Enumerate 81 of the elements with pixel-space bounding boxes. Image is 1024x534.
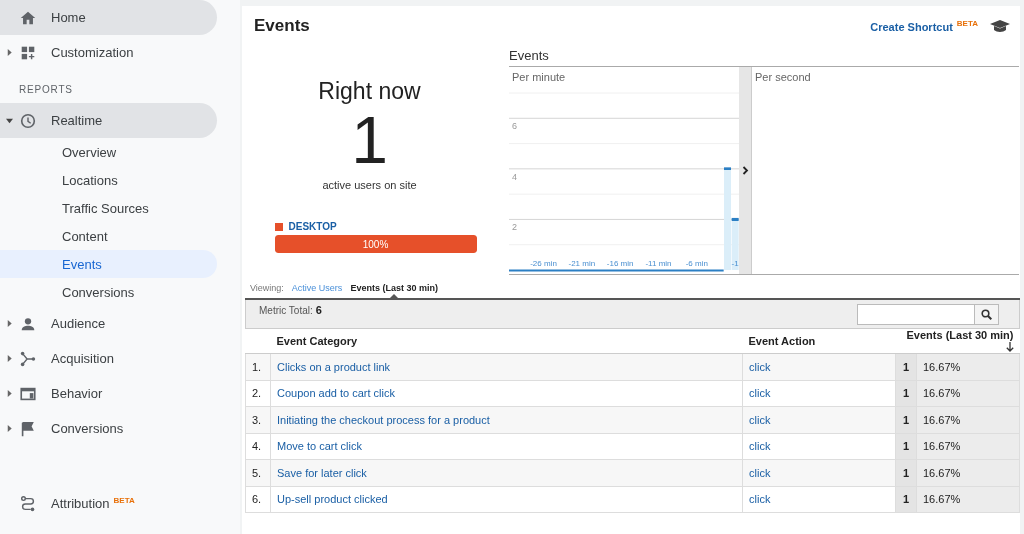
row-number: 2. <box>245 380 271 407</box>
nav-subitem[interactable]: Events <box>0 250 217 278</box>
nav-item[interactable]: Realtime <box>0 103 217 138</box>
clock-icon <box>19 111 37 130</box>
caret-icon[interactable] <box>6 355 13 362</box>
graduation-cap-icon[interactable] <box>990 19 1010 33</box>
axis-label: -11 min <box>645 259 672 268</box>
nav-item[interactable]: Audience <box>0 306 217 341</box>
axis-label: -16 min <box>606 259 634 268</box>
right-now-heading: Right now <box>318 78 421 105</box>
metric-total-label: Metric Total: <box>258 304 313 316</box>
event-action-link[interactable]: click <box>749 360 771 373</box>
page-title: Events <box>254 16 310 36</box>
table-cell: 16.67% <box>916 353 1020 380</box>
event-category-link[interactable]: Up-sell product clicked <box>277 493 388 506</box>
nav-subitem[interactable]: Content <box>0 222 217 250</box>
caret-icon[interactable] <box>6 390 13 397</box>
column-header: Event Category <box>270 328 743 354</box>
axis-label: -21 min <box>568 259 596 268</box>
axis-label: -1 <box>731 259 739 268</box>
create-shortcut-link[interactable]: Create Shortcut $^{BETA}$ <box>870 19 978 33</box>
table-cell: 16.67% <box>916 486 1020 513</box>
device-label: DESKTOP <box>288 221 337 232</box>
table-cell: 16.67% <box>916 406 1020 433</box>
event-category-link[interactable]: Coupon add to cart click <box>277 387 395 400</box>
row-number: 1. <box>245 353 271 380</box>
active-users-caption: active users on site <box>322 179 417 191</box>
nav-subitem[interactable]: Traffic Sources <box>0 194 217 222</box>
event-action-link[interactable]: click <box>749 440 771 453</box>
sort-arrow-icon[interactable] <box>1005 342 1014 352</box>
event-action-link[interactable]: click <box>749 413 771 426</box>
nav-item[interactable]: Attribution $^{BETA}$ <box>0 486 217 521</box>
nav-item[interactable]: Conversions <box>0 411 217 446</box>
y-tick-label: 6 <box>512 121 517 132</box>
section-heading: REPORTS <box>18 83 74 97</box>
nav-item[interactable]: Behavior <box>0 376 217 411</box>
device-share-bar: 100% <box>274 235 477 253</box>
event-action-link[interactable]: click <box>749 387 771 400</box>
route-icon <box>19 494 37 513</box>
search-field[interactable] <box>857 303 999 325</box>
event-category-link[interactable]: Clicks on a product link <box>277 360 391 373</box>
flag-icon <box>19 419 37 438</box>
collapse-handle[interactable] <box>739 67 752 274</box>
caret-icon[interactable] <box>6 320 13 327</box>
event-category-link[interactable]: Save for later click <box>277 466 367 479</box>
event-category-link[interactable]: Move to cart click <box>277 440 362 453</box>
event-action-link[interactable]: click <box>749 466 771 479</box>
metric-total-value: 6 <box>315 303 322 316</box>
view-tab[interactable]: Active Users <box>291 283 343 299</box>
y-tick-label: 4 <box>512 171 517 182</box>
caret-icon[interactable] <box>6 49 13 56</box>
axis-label: -26 min <box>530 259 557 268</box>
search-icon <box>981 308 992 320</box>
table-cell: 16.67% <box>916 459 1020 486</box>
branch-icon <box>19 349 37 368</box>
chart-title: Events <box>509 48 550 65</box>
table-cell: 16.67% <box>916 433 1020 460</box>
nav-subitem[interactable]: Locations <box>0 166 217 194</box>
panel-label: Per minute <box>511 70 567 85</box>
nav-subitem[interactable]: Conversions <box>0 278 217 306</box>
table-cell: 16.67% <box>916 380 1020 407</box>
row-number: 5. <box>245 459 271 486</box>
event-action-link[interactable]: click <box>749 493 771 506</box>
nav-subitem[interactable]: Overview <box>0 138 217 166</box>
event-category-link[interactable]: Initiating the checkout process for a product <box>277 413 490 426</box>
caret-icon[interactable] <box>6 117 13 124</box>
panel-label: Per second <box>754 70 812 85</box>
viewing-label: Viewing: <box>250 283 284 293</box>
caret-icon[interactable] <box>6 425 13 432</box>
search-button[interactable] <box>974 304 998 324</box>
axis-label: -6 min <box>685 259 708 268</box>
y-tick-label: 2 <box>512 222 517 233</box>
active-users-count: 1 <box>351 105 388 175</box>
row-number: 6. <box>245 486 271 513</box>
nav-item[interactable]: Home <box>0 0 217 35</box>
column-header: Event Action <box>742 328 896 354</box>
row-number: 3. <box>245 406 271 433</box>
nav-item[interactable]: Customization <box>0 35 217 70</box>
column-header[interactable]: Events (Last 30 min) <box>895 328 1020 354</box>
row-number: 4. <box>245 433 271 460</box>
nav-item[interactable]: Acquisition <box>0 341 217 376</box>
